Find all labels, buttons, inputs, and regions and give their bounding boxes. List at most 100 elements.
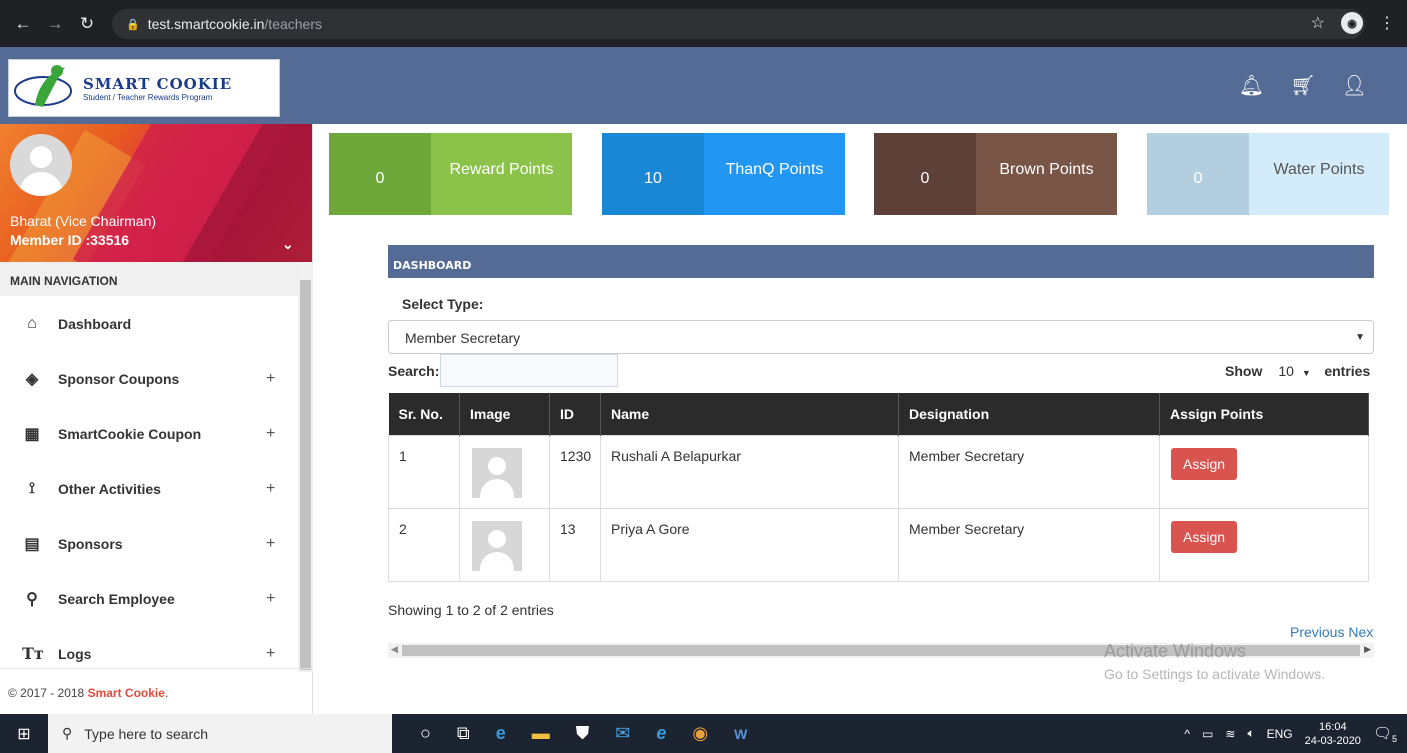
expand-plus-icon[interactable]: + [266, 535, 275, 553]
brown-points-card[interactable]: 0 Brown Points [874, 133, 1117, 215]
page-length-select[interactable]: 10 ▼ [1268, 363, 1318, 379]
watermark-subtitle: Go to Settings to activate Windows. [1104, 666, 1325, 682]
expand-plus-icon[interactable]: + [266, 370, 275, 388]
network-icon[interactable]: ▭ [1202, 727, 1213, 741]
sidebar-item-dashboard[interactable]: ⌂ Dashboard [0, 296, 312, 351]
table-row: 1 1230 Rushali A Belapurkar Member Secre… [388, 434, 1369, 509]
sidebar-item-other-activities[interactable]: ⟟ Other Activities + [0, 461, 312, 516]
sidebar-item-label: SmartCookie Coupon [58, 425, 202, 442]
assign-button[interactable]: Assign [1171, 520, 1238, 553]
route-icon: ⟟ [29, 479, 35, 497]
sidebar-scrollbar[interactable] [298, 262, 313, 672]
activation-watermark: Activate Windows Go to Settings to activ… [1104, 641, 1325, 682]
reload-icon[interactable]: ↻ [78, 14, 96, 34]
file-explorer-icon[interactable]: ▬ [532, 723, 550, 744]
cell-id: 13 [549, 507, 601, 582]
copyright-text: © 2017 - 2018 [8, 686, 85, 700]
notification-icon[interactable]: 🗨︎5 [1373, 724, 1397, 744]
address-bar[interactable]: 🔒 test.smartcookie.in/teachers [112, 9, 1365, 39]
chevron-down-icon[interactable]: ⌄ [282, 236, 294, 253]
sidebar-item-sponsor-coupons[interactable]: ◈ Sponsor Coupons + [0, 351, 312, 406]
search-input[interactable] [440, 354, 618, 387]
edge-icon[interactable]: e [496, 723, 506, 744]
windows-start-icon[interactable]: ⊞ [0, 724, 48, 744]
points-value: 0 [329, 133, 431, 215]
cell-name: Priya A Gore [600, 507, 899, 582]
column-header[interactable]: Sr. No. [388, 393, 460, 435]
select-type-label: Select Type: [402, 296, 484, 312]
select-type-dropdown[interactable]: Member Secretary ▼ [388, 320, 1374, 354]
sidebar-item-search-employee[interactable]: ⚲ Search Employee + [0, 571, 312, 626]
scroll-right-icon[interactable]: ▶ [1364, 644, 1371, 655]
internet-explorer-icon[interactable]: e [656, 723, 666, 744]
grid-icon: ▦ [24, 425, 40, 443]
expand-plus-icon[interactable]: + [266, 480, 275, 498]
task-view-icon[interactable]: ⧉ [457, 723, 470, 744]
mail-icon[interactable]: ✉ [615, 723, 630, 744]
brand-name: SMART COOKIE [83, 74, 233, 93]
pagination[interactable]: Previous Next [1290, 624, 1374, 640]
text-size-icon: Tт [22, 644, 44, 663]
forward-icon[interactable]: → [46, 14, 64, 34]
chrome-icon[interactable]: ◉ [692, 723, 708, 744]
store-icon[interactable]: ⛊ [576, 723, 590, 744]
bell-icon[interactable]: 🔔︎ [1239, 73, 1264, 98]
url-path: /teachers [264, 16, 323, 32]
cell-sr: 1 [388, 434, 460, 509]
taskbar-search[interactable]: ⚲ Type here to search [48, 714, 392, 753]
cell-image [459, 507, 550, 582]
incognito-icon[interactable]: ◉ [1341, 12, 1363, 34]
volume-icon[interactable]: 🔈︎ [1247, 726, 1254, 741]
water-points-card[interactable]: 0 Water Points [1147, 133, 1389, 215]
copyright: © 2017 - 2018 Smart Cookie. [0, 668, 313, 714]
clock-time: 16:04 [1319, 720, 1347, 733]
expand-plus-icon[interactable]: + [266, 425, 275, 443]
thanq-points-card[interactable]: 10 ThanQ Points [602, 133, 845, 215]
menu-dots-icon[interactable]: ⋮ [1379, 13, 1395, 33]
cell-id: 1230 [549, 434, 601, 509]
word-icon[interactable]: W [734, 726, 747, 742]
members-table: Sr. No. Image ID Name Designation Assign… [388, 393, 1369, 582]
cortana-icon[interactable]: ○ [420, 723, 431, 744]
sidebar-item-sponsors[interactable]: ▤ Sponsors + [0, 516, 312, 571]
layers-icon: ◈ [25, 370, 39, 388]
sidebar-item-label: Sponsors [58, 535, 123, 552]
language-indicator[interactable]: ENG [1267, 727, 1293, 741]
reward-points-card[interactable]: 0 Reward Points [329, 133, 572, 215]
user-icon[interactable]: 👤︎ [1342, 73, 1367, 98]
column-header[interactable]: ID [549, 393, 601, 435]
home-icon: ⌂ [27, 314, 37, 332]
wifi-icon[interactable]: ≋ [1225, 727, 1235, 741]
expand-plus-icon[interactable]: + [266, 590, 275, 608]
column-header[interactable]: Designation [898, 393, 1160, 435]
sidebar-item-smartcookie-coupon[interactable]: ▦ SmartCookie Coupon + [0, 406, 312, 461]
tray-chevron-icon[interactable]: ^ [1184, 727, 1190, 741]
cell-designation: Member Secretary [898, 434, 1160, 509]
expand-plus-icon[interactable]: + [266, 645, 275, 663]
back-icon[interactable]: ← [14, 14, 32, 34]
brand-tagline: Student / Teacher Rewards Program [83, 92, 213, 102]
page-length-value: 10 [1278, 363, 1294, 379]
logo-mark-icon [14, 65, 72, 107]
column-header[interactable]: Assign Points [1159, 393, 1369, 435]
clock[interactable]: 16:04 24-03-2020 [1305, 720, 1361, 748]
notification-count: 5 [1391, 733, 1397, 744]
sidebar-item-label: Search Employee [58, 590, 175, 607]
cell-sr: 2 [388, 507, 460, 582]
cell-name: Rushali A Belapurkar [600, 434, 899, 509]
bookmark-star-icon[interactable]: ☆ [1311, 13, 1325, 33]
dashboard-heading: DASHBOARD [388, 245, 1374, 278]
clipboard-icon: ▤ [24, 535, 40, 553]
scroll-left-icon[interactable]: ◀ [391, 644, 398, 655]
app-header: SMART COOKIE Student / Teacher Rewards P… [0, 47, 1407, 124]
copyright-brand-link[interactable]: Smart Cookie [88, 686, 165, 700]
show-label: Show [1225, 363, 1263, 379]
column-header[interactable]: Image [459, 393, 550, 435]
cart-icon[interactable]: 🛒︎ [1290, 73, 1315, 98]
avatar [10, 134, 72, 196]
assign-button[interactable]: Assign [1171, 447, 1238, 480]
logo[interactable]: SMART COOKIE Student / Teacher Rewards P… [8, 59, 280, 117]
column-header[interactable]: Name [600, 393, 899, 435]
sidebar-item-label: Logs [58, 645, 92, 662]
entries-label: entries [1324, 363, 1371, 379]
